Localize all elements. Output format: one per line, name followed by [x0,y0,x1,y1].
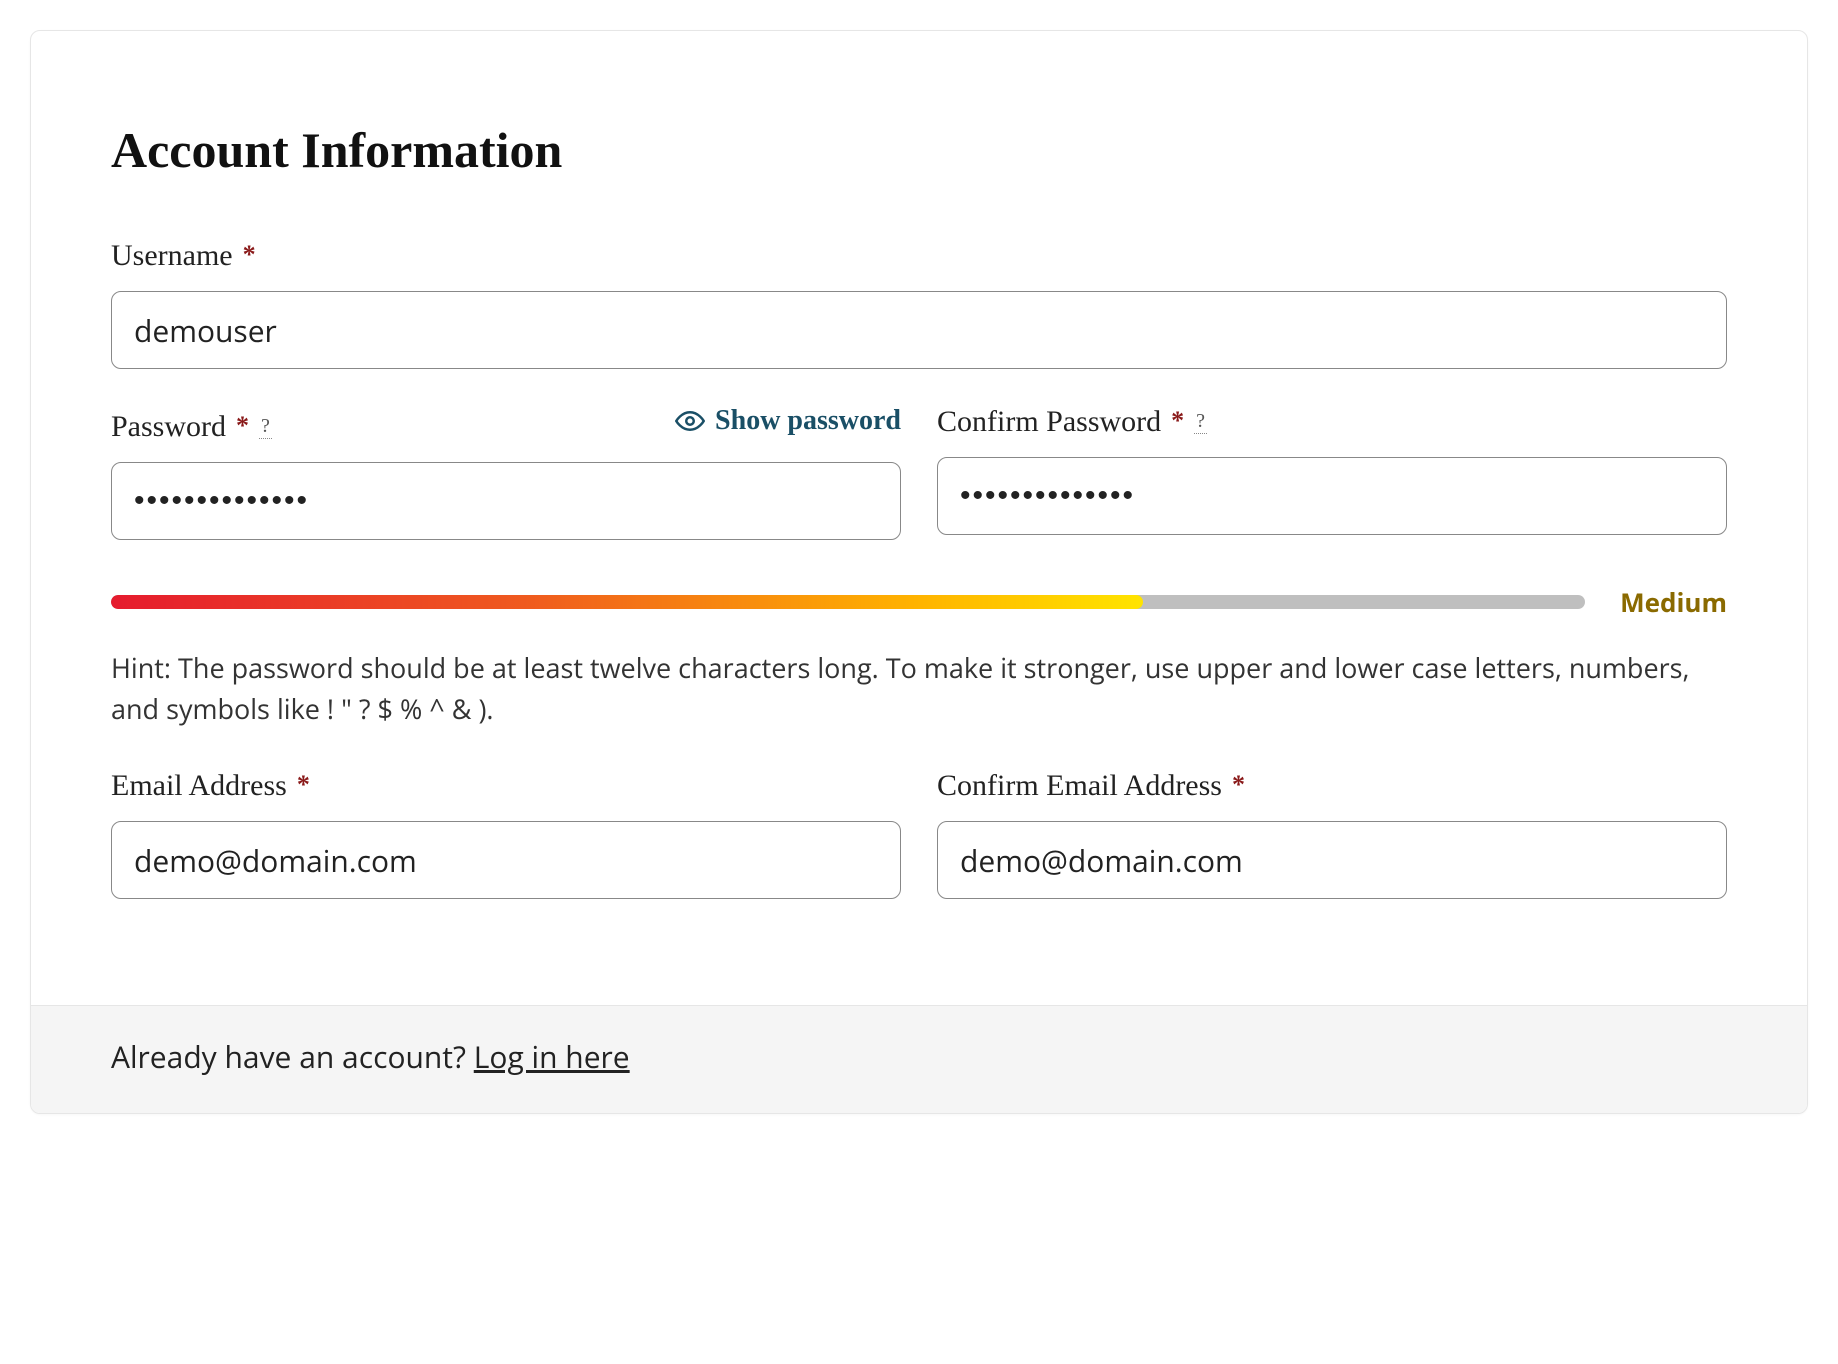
password-label: Password [111,410,226,444]
help-icon[interactable]: ? [1194,410,1207,434]
required-marker: * [243,240,256,270]
show-password-toggle[interactable]: Show password [675,405,901,437]
field-confirm-email: Confirm Email Address * [937,769,1727,899]
required-marker: * [297,770,310,800]
required-marker: * [1171,406,1184,436]
password-input[interactable] [111,462,901,540]
field-password: Password * ? Show password [111,405,901,540]
required-marker: * [236,411,249,441]
show-password-label: Show password [715,405,901,437]
password-strength-meter: Medium [111,584,1727,620]
email-input[interactable] [111,821,901,899]
confirm-email-label: Confirm Email Address [937,769,1222,803]
section-title: Account Information [111,121,1727,179]
required-marker: * [1232,770,1245,800]
username-input[interactable] [111,291,1727,369]
strength-label: Medium [1617,584,1727,620]
confirm-password-label: Confirm Password [937,405,1161,439]
footer-prompt: Already have an account? [111,1036,474,1077]
field-username: Username * [111,239,1727,369]
field-email: Email Address * [111,769,901,899]
password-hint: Hint: The password should be at least tw… [111,648,1727,729]
footer: Already have an account? Log in here [31,1005,1807,1113]
confirm-password-input[interactable] [937,457,1727,535]
confirm-email-input[interactable] [937,821,1727,899]
help-icon[interactable]: ? [259,415,272,439]
strength-fill [111,595,1143,609]
strength-bar [111,595,1585,609]
username-label: Username [111,239,233,273]
account-info-card: Account Information Username * Password [30,30,1808,1114]
login-link[interactable]: Log in here [474,1036,630,1077]
eye-icon [675,406,705,436]
email-label: Email Address [111,769,287,803]
field-confirm-password: Confirm Password * ? [937,405,1727,540]
